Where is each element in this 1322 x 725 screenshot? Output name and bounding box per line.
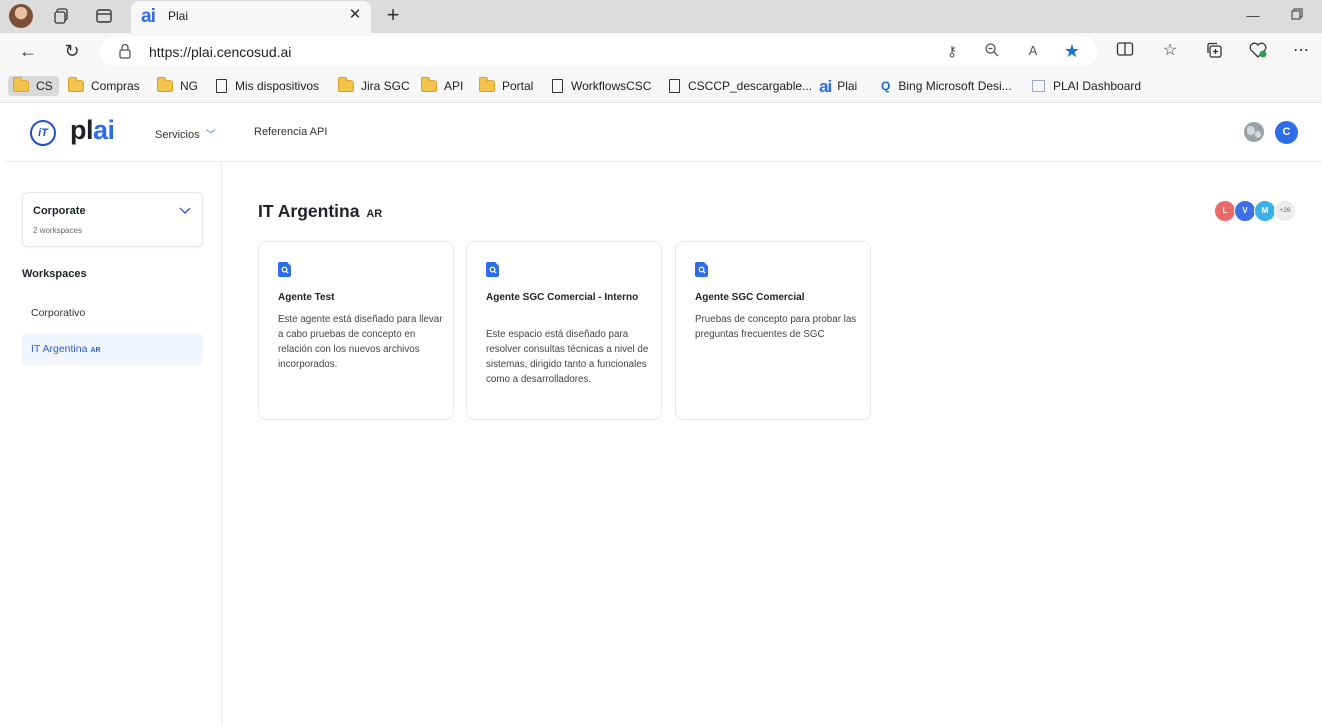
- favorite-star-icon[interactable]: ★: [1063, 42, 1081, 60]
- referencia-api-link[interactable]: Referencia API: [254, 126, 327, 138]
- lock-icon[interactable]: [118, 43, 132, 59]
- folder-icon: [157, 76, 173, 92]
- collections-icon[interactable]: [1204, 41, 1224, 61]
- url-text[interactable]: https://plai.cencosud.ai: [149, 44, 291, 60]
- workspaces-icon[interactable]: [53, 7, 71, 25]
- dashboard-icon: [1032, 79, 1045, 92]
- bookmark-mis-dispositivos[interactable]: Mis dispositivos: [216, 76, 319, 96]
- bookmark-portal[interactable]: Portal: [479, 76, 533, 96]
- bookmark-bing-designer[interactable]: Q Bing Microsoft Desi...: [881, 76, 1012, 96]
- sidebar-item-corporativo[interactable]: Corporativo: [22, 297, 203, 329]
- tab-plai[interactable]: ai Plai ✕: [131, 1, 371, 33]
- agent-document-icon: [278, 262, 292, 277]
- chevron-down-icon: [178, 203, 192, 217]
- restore-icon[interactable]: [1287, 6, 1307, 26]
- browser-essentials-icon[interactable]: [1248, 41, 1268, 61]
- bookmark-plai-dashboard[interactable]: PLAI Dashboard: [1032, 76, 1141, 96]
- bookmark-cs[interactable]: CS: [8, 76, 59, 96]
- refresh-icon[interactable]: ↻: [61, 40, 83, 62]
- it-logo-icon[interactable]: iT: [30, 120, 56, 146]
- servicios-menu[interactable]: Servicios ﹀: [155, 126, 216, 141]
- folder-icon: [68, 76, 84, 92]
- split-screen-icon[interactable]: [1115, 41, 1135, 61]
- page-icon: [669, 78, 680, 93]
- bookmark-jira-sgc[interactable]: Jira SGC: [338, 76, 410, 96]
- plai-favicon-icon: ai: [141, 6, 156, 27]
- more-members-badge[interactable]: +26: [1274, 200, 1296, 222]
- organization-workspace-count: 2 workspaces: [33, 226, 82, 235]
- tab-title: Plai: [168, 9, 189, 23]
- app-header: iT plai Servicios ﹀ Referencia API C: [4, 104, 1322, 162]
- browser-tab-bar: ai Plai ✕ + —: [0, 0, 1322, 33]
- page-icon: [552, 78, 563, 93]
- browser-toolbar: ← ↻ https://plai.cencosud.ai ⚷ A ★ ☆ ⋯: [0, 33, 1322, 69]
- bookmark-compras[interactable]: Compras: [68, 76, 140, 96]
- minimize-icon[interactable]: —: [1243, 6, 1263, 26]
- new-tab-icon[interactable]: +: [383, 4, 403, 26]
- tab-actions-icon[interactable]: [95, 7, 113, 25]
- folder-icon: [421, 76, 437, 92]
- sidebar-item-it-argentina[interactable]: IT Argentina AR: [22, 333, 203, 365]
- address-bar[interactable]: https://plai.cencosud.ai ⚷ A ★: [100, 36, 1097, 66]
- agent-card-description: Pruebas de concepto para probar las preg…: [695, 314, 857, 340]
- plai-app: iT plai Servicios ﹀ Referencia API C Corp…: [4, 104, 1322, 725]
- agent-card[interactable]: Agente SGC Comercial Pruebas de concepto…: [675, 241, 871, 420]
- organization-selector[interactable]: Corporate 2 workspaces: [22, 192, 203, 247]
- member-avatar[interactable]: L: [1214, 200, 1236, 222]
- bookmark-ng[interactable]: NG: [157, 76, 198, 96]
- profile-avatar[interactable]: [9, 4, 33, 28]
- globe-icon[interactable]: [1244, 122, 1264, 142]
- agent-document-icon: [486, 262, 500, 277]
- bookmark-api[interactable]: API: [421, 76, 463, 96]
- agent-card[interactable]: Agente SGC Comercial - Interno Este espa…: [466, 241, 662, 420]
- folder-icon: [13, 76, 29, 92]
- folder-icon: [338, 76, 354, 92]
- organization-name: Corporate: [33, 205, 86, 217]
- agent-card-description: Este espacio está diseñado para resolver…: [486, 329, 649, 385]
- member-avatar[interactable]: M: [1254, 200, 1276, 222]
- agent-card-title: Agente Test: [278, 292, 335, 303]
- bookmark-plai[interactable]: ai Plai: [819, 76, 857, 96]
- ai-logo-icon: ai: [819, 76, 832, 96]
- member-avatar[interactable]: V: [1234, 200, 1256, 222]
- sidebar: Corporate 2 workspaces Workspaces Corpor…: [4, 162, 222, 725]
- workspaces-heading: Workspaces: [22, 268, 87, 280]
- bookmark-workflowscsc[interactable]: WorkflowsCSC: [552, 76, 651, 96]
- agent-card[interactable]: Agente Test Este agente está diseñado pa…: [258, 241, 454, 420]
- page-icon: [216, 78, 227, 93]
- read-aloud-icon[interactable]: A: [1024, 42, 1042, 60]
- key-icon[interactable]: ⚷: [943, 42, 961, 60]
- plai-logo[interactable]: plai: [70, 115, 115, 146]
- close-tab-icon[interactable]: ✕: [347, 7, 363, 23]
- bookmarks-bar: CS Compras NG Mis dispositivos Jira SGC …: [0, 69, 1322, 103]
- back-arrow-icon[interactable]: ←: [17, 40, 39, 62]
- agent-card-title: Agente SGC Comercial: [695, 292, 805, 303]
- user-avatar[interactable]: C: [1275, 121, 1298, 144]
- agent-card-description: Este agente está diseñado para llevar a …: [278, 314, 443, 370]
- folder-icon: [479, 76, 495, 92]
- more-options-icon[interactable]: ⋯: [1291, 41, 1311, 61]
- agent-card-title: Agente SGC Comercial - Interno: [486, 292, 639, 303]
- agent-document-icon: [695, 262, 709, 277]
- bookmark-csccp[interactable]: CSCCP_descargable...: [669, 76, 812, 96]
- page-title: IT Argentina AR: [258, 201, 383, 221]
- zoom-out-icon[interactable]: [983, 42, 1001, 60]
- main-content: IT Argentina AR L V M +26 Agente Test Es…: [223, 162, 1322, 725]
- favorites-icon[interactable]: ☆: [1160, 41, 1180, 61]
- chevron-down-icon: ﹀: [205, 130, 216, 141]
- search-icon: Q: [881, 79, 891, 93]
